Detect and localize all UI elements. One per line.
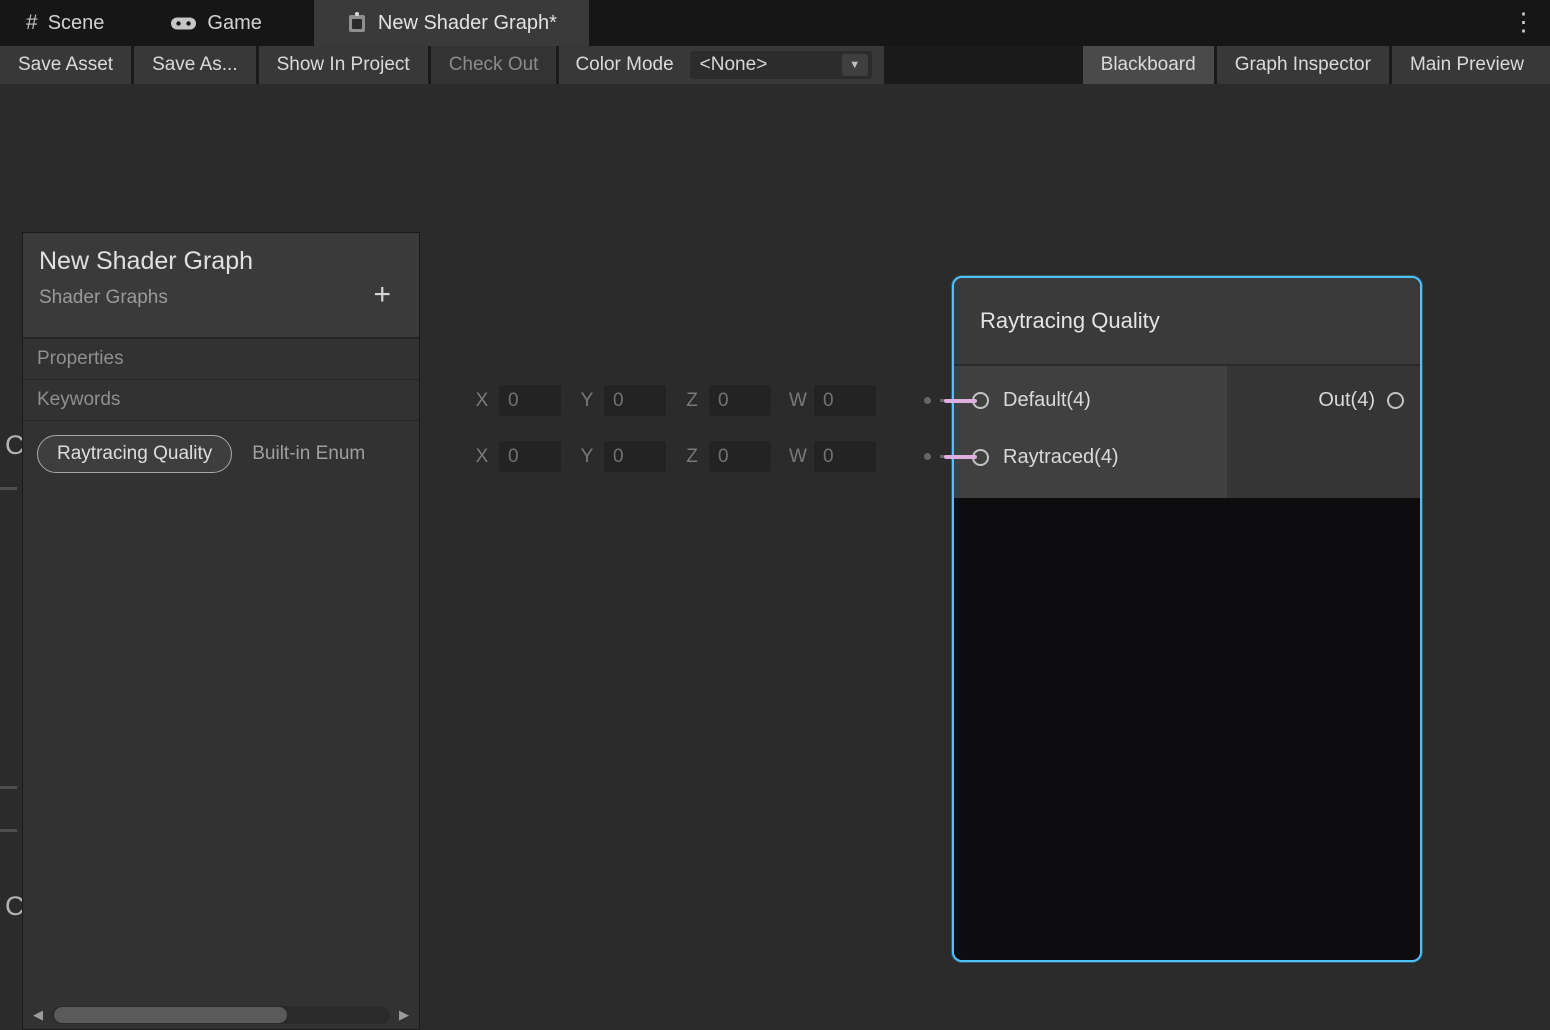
tab-scene-label: Scene bbox=[48, 12, 105, 35]
field-label: W bbox=[789, 446, 805, 468]
vector-field-y: Y 0 bbox=[579, 441, 666, 472]
field-input[interactable]: 0 bbox=[814, 441, 876, 472]
clipped-node-fragment bbox=[0, 487, 17, 490]
clipped-node-fragment bbox=[0, 786, 17, 789]
vector-field-y: Y 0 bbox=[579, 385, 666, 416]
tab-shader-graph-label: New Shader Graph* bbox=[378, 12, 557, 35]
scroll-right-icon[interactable]: ▶ bbox=[394, 1007, 414, 1023]
port-dot bbox=[924, 453, 931, 460]
blackboard-title: New Shader Graph bbox=[39, 247, 401, 276]
node-raytracing-quality[interactable]: Raytracing Quality Default(4) Raytraced(… bbox=[952, 276, 1422, 962]
node-ports: Default(4) Raytraced(4) Out(4) bbox=[954, 366, 1420, 498]
output-port-out[interactable]: Out(4) bbox=[1227, 372, 1420, 429]
keyword-pill[interactable]: Raytracing Quality bbox=[37, 435, 232, 473]
vector-field-w: W 0 bbox=[789, 385, 876, 416]
section-label: Keywords bbox=[37, 389, 120, 411]
toolbar-spacer bbox=[887, 46, 1080, 84]
scrollbar-thumb[interactable] bbox=[54, 1007, 287, 1023]
check-out-button: Check Out bbox=[431, 46, 557, 84]
more-menu-icon[interactable]: ⋮ bbox=[1511, 7, 1536, 37]
node-input-section: Default(4) Raytraced(4) bbox=[954, 366, 1227, 498]
field-input[interactable]: 0 bbox=[814, 385, 876, 416]
blackboard-subtitle: Shader Graphs bbox=[39, 287, 168, 309]
field-label: Y bbox=[579, 390, 595, 412]
section-keywords[interactable]: Keywords bbox=[23, 380, 419, 421]
input-port-label: Raytraced(4) bbox=[1003, 446, 1119, 469]
node-header[interactable]: Raytracing Quality bbox=[954, 278, 1420, 366]
keyword-type-label: Built-in Enum bbox=[252, 443, 365, 465]
tab-scene[interactable]: # Scene bbox=[0, 0, 130, 46]
color-mode-label: Color Mode bbox=[575, 54, 673, 76]
field-input[interactable]: 0 bbox=[709, 441, 771, 472]
field-label: W bbox=[789, 390, 805, 412]
tab-game-label: Game bbox=[207, 12, 261, 35]
shader-graph-asset-icon bbox=[346, 11, 368, 35]
dropdown-arrow-box: ▼ bbox=[842, 54, 868, 76]
tab-game[interactable]: Game bbox=[144, 0, 287, 46]
blackboard-toggle-button[interactable]: Blackboard bbox=[1083, 46, 1214, 84]
field-label: Y bbox=[579, 446, 595, 468]
save-asset-button[interactable]: Save Asset bbox=[0, 46, 131, 84]
chevron-down-icon: ▼ bbox=[849, 59, 860, 71]
field-label: X bbox=[474, 390, 490, 412]
vector4-default-row: X 0 Y 0 Z 0 W 0 bbox=[474, 441, 954, 472]
add-property-button[interactable]: + bbox=[373, 280, 391, 310]
port-circle-icon[interactable] bbox=[1387, 392, 1404, 409]
node-output-section: Out(4) bbox=[1227, 366, 1420, 498]
vector-field-w: W 0 bbox=[789, 441, 876, 472]
keyword-row: Raytracing Quality Built-in Enum bbox=[23, 435, 419, 473]
scroll-left-icon[interactable]: ◀ bbox=[28, 1007, 48, 1023]
color-mode-dropdown[interactable]: <None> ▼ bbox=[690, 51, 872, 79]
vector-field-z: Z 0 bbox=[684, 385, 771, 416]
input-port-raytraced[interactable]: Raytraced(4) bbox=[954, 429, 1227, 486]
main-preview-toggle-button[interactable]: Main Preview bbox=[1392, 46, 1550, 84]
node-preview bbox=[954, 498, 1420, 960]
node-title: Raytracing Quality bbox=[980, 308, 1160, 334]
blackboard-panel: New Shader Graph Shader Graphs + Propert… bbox=[22, 232, 420, 1030]
shader-graph-window: # Scene Game New Shader Graph* ⋮ Save As… bbox=[0, 0, 1550, 1030]
color-mode-value: <None> bbox=[700, 54, 768, 76]
color-mode-control: Color Mode <None> ▼ bbox=[559, 46, 883, 84]
show-in-project-button[interactable]: Show In Project bbox=[259, 46, 428, 84]
field-input[interactable]: 0 bbox=[709, 385, 771, 416]
tab-bar: # Scene Game New Shader Graph* ⋮ bbox=[0, 0, 1550, 46]
tab-shader-graph[interactable]: New Shader Graph* bbox=[314, 0, 589, 46]
field-input[interactable]: 0 bbox=[604, 385, 666, 416]
blackboard-subrow: Shader Graphs + bbox=[39, 286, 401, 310]
vector4-default-row: X 0 Y 0 Z 0 W 0 bbox=[474, 385, 954, 416]
section-properties[interactable]: Properties bbox=[23, 339, 419, 380]
graph-toolbar: Save Asset Save As... Show In Project Ch… bbox=[0, 46, 1550, 84]
field-input[interactable]: 0 bbox=[499, 385, 561, 416]
vector-field-x: X 0 bbox=[474, 441, 561, 472]
edge bbox=[944, 455, 977, 459]
field-label: Z bbox=[684, 446, 700, 468]
clipped-node-fragment bbox=[0, 829, 17, 832]
graph-inspector-toggle-button[interactable]: Graph Inspector bbox=[1217, 46, 1389, 84]
save-as-button[interactable]: Save As... bbox=[134, 46, 256, 84]
scrollbar-track[interactable] bbox=[52, 1006, 390, 1024]
port-dot bbox=[924, 397, 931, 404]
input-port-label: Default(4) bbox=[1003, 389, 1091, 412]
field-label: Z bbox=[684, 390, 700, 412]
edge bbox=[944, 399, 977, 403]
blackboard-header: New Shader Graph Shader Graphs + bbox=[23, 233, 419, 339]
field-label: X bbox=[474, 446, 490, 468]
vector-field-x: X 0 bbox=[474, 385, 561, 416]
field-input[interactable]: 0 bbox=[499, 441, 561, 472]
input-port-default[interactable]: Default(4) bbox=[954, 372, 1227, 429]
field-input[interactable]: 0 bbox=[604, 441, 666, 472]
horizontal-scrollbar: ◀ ▶ bbox=[28, 1004, 414, 1026]
section-label: Properties bbox=[37, 348, 124, 370]
output-port-label: Out(4) bbox=[1318, 389, 1375, 412]
gamepad-icon bbox=[170, 16, 197, 31]
vector-field-z: Z 0 bbox=[684, 441, 771, 472]
scene-grid-icon: # bbox=[26, 11, 38, 35]
